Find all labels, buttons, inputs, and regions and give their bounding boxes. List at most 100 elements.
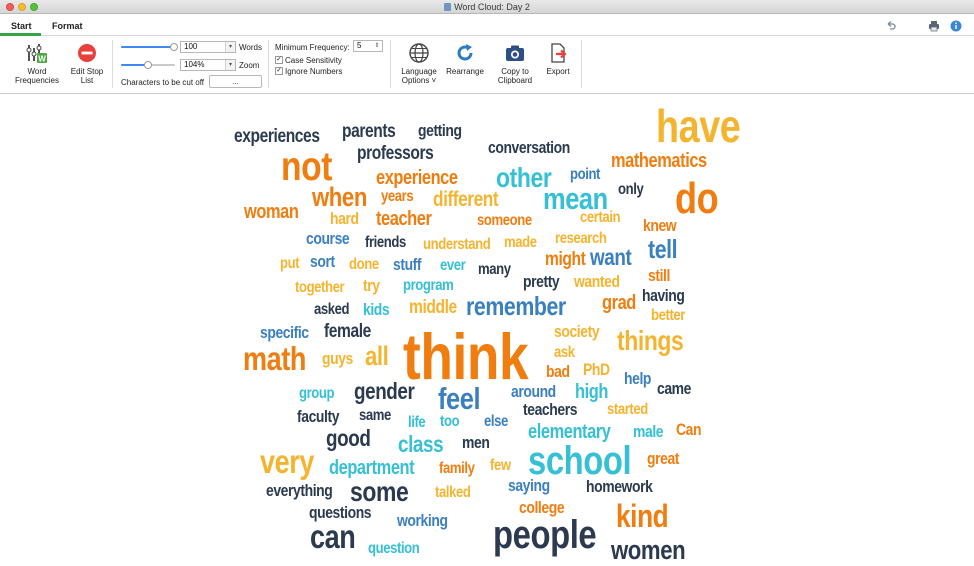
cloud-word-specific[interactable]: specific xyxy=(260,324,309,341)
cloud-word-sort[interactable]: sort xyxy=(310,253,335,270)
cloud-word-female[interactable]: female xyxy=(324,322,371,341)
cloud-word-put[interactable]: put xyxy=(280,256,300,272)
cloud-word-bad[interactable]: bad xyxy=(546,363,570,380)
cloud-word-very[interactable]: very xyxy=(260,445,314,478)
edit-stop-list-button[interactable]: Edit Stop List xyxy=(66,42,108,85)
cloud-word-parents[interactable]: parents xyxy=(342,122,396,141)
cloud-word-asked[interactable]: asked xyxy=(314,302,350,318)
cloud-word-question[interactable]: question xyxy=(368,541,420,557)
cloud-word-family[interactable]: family xyxy=(439,461,475,477)
cloud-word-ever[interactable]: ever xyxy=(440,258,466,274)
cloud-word-can[interactable]: can xyxy=(310,520,356,553)
copy-to-clipboard-button[interactable]: Copy to Clipboard xyxy=(493,42,537,85)
case-sensitivity-checkbox[interactable]: ✓ xyxy=(275,56,283,64)
cloud-word-remember[interactable]: remember xyxy=(466,293,566,319)
cloud-word-guys[interactable]: guys xyxy=(322,350,353,367)
cloud-word-talked[interactable]: talked xyxy=(435,485,471,501)
tab-format[interactable]: Format xyxy=(52,21,83,31)
cutoff-button[interactable]: ... xyxy=(209,75,262,88)
cloud-word-class[interactable]: class xyxy=(398,433,444,456)
print-icon[interactable] xyxy=(928,20,940,32)
cloud-word-math[interactable]: math xyxy=(243,342,306,375)
cloud-word-someone[interactable]: someone xyxy=(477,213,532,229)
cloud-word-can[interactable]: Can xyxy=(676,421,702,438)
cloud-word-help[interactable]: help xyxy=(624,370,651,387)
ignore-numbers-checkbox[interactable]: ✓ xyxy=(275,67,283,75)
undo-icon[interactable] xyxy=(885,20,897,32)
cloud-word-came[interactable]: came xyxy=(657,380,691,397)
cloud-word-understand[interactable]: understand xyxy=(423,237,491,253)
cloud-word-homework[interactable]: homework xyxy=(586,478,653,495)
words-count-field[interactable]: 100 ▾ xyxy=(180,41,236,53)
cloud-word-else[interactable]: else xyxy=(484,414,508,430)
zoom-slider-handle[interactable] xyxy=(144,61,152,69)
info-icon[interactable] xyxy=(950,20,962,32)
cloud-word-too[interactable]: too xyxy=(440,414,460,430)
cloud-word-better[interactable]: better xyxy=(651,308,685,324)
cloud-word-not[interactable]: not xyxy=(281,146,332,187)
cloud-word-stuff[interactable]: stuff xyxy=(393,256,422,273)
cloud-word-teachers[interactable]: teachers xyxy=(523,401,577,418)
cloud-word-think[interactable]: think xyxy=(403,324,529,389)
cloud-word-still[interactable]: still xyxy=(648,267,670,284)
cloud-word-kind[interactable]: kind xyxy=(616,500,669,532)
cloud-word-certain[interactable]: certain xyxy=(580,210,621,226)
cloud-word-hard[interactable]: hard xyxy=(330,210,359,227)
export-button[interactable]: Export xyxy=(538,42,578,76)
cloud-word-all[interactable]: all xyxy=(365,343,389,370)
cloud-word-made[interactable]: made xyxy=(504,235,537,251)
cloud-word-ask[interactable]: ask xyxy=(554,345,575,361)
cloud-word-working[interactable]: working xyxy=(397,512,448,529)
cloud-word-getting[interactable]: getting xyxy=(418,122,462,139)
cloud-word-feel[interactable]: feel xyxy=(438,383,481,414)
cloud-word-phd[interactable]: PhD xyxy=(583,361,610,378)
cloud-word-experience[interactable]: experience xyxy=(376,168,458,188)
cloud-word-society[interactable]: society xyxy=(554,323,600,340)
cloud-word-gender[interactable]: gender xyxy=(354,380,415,403)
cloud-word-teacher[interactable]: teacher xyxy=(376,209,432,229)
cloud-word-saying[interactable]: saying xyxy=(508,477,550,494)
cloud-word-many[interactable]: many xyxy=(478,262,511,278)
cloud-word-when[interactable]: when xyxy=(312,184,367,211)
cloud-word-great[interactable]: great xyxy=(647,450,679,467)
words-slider-handle[interactable] xyxy=(170,43,178,51)
cloud-word-done[interactable]: done xyxy=(349,257,379,273)
cloud-word-around[interactable]: around xyxy=(511,383,556,400)
cloud-word-years[interactable]: years xyxy=(381,189,414,205)
cloud-word-life[interactable]: life xyxy=(408,415,426,431)
words-dropdown-icon[interactable]: ▾ xyxy=(225,42,235,52)
tab-start[interactable]: Start xyxy=(11,21,32,31)
cloud-word-same[interactable]: same xyxy=(359,408,391,424)
zoom-field[interactable]: 104% ▾ xyxy=(180,59,236,71)
cloud-word-male[interactable]: male xyxy=(633,423,664,440)
cloud-word-conversation[interactable]: conversation xyxy=(488,139,570,156)
cloud-word-department[interactable]: department xyxy=(329,458,415,478)
cloud-word-middle[interactable]: middle xyxy=(409,298,457,317)
cloud-word-good[interactable]: good xyxy=(326,427,371,450)
cloud-word-some[interactable]: some xyxy=(350,478,409,506)
cloud-word-course[interactable]: course xyxy=(306,230,350,247)
cloud-word-few[interactable]: few xyxy=(490,458,511,474)
cloud-word-people[interactable]: people xyxy=(493,515,597,555)
cloud-word-mathematics[interactable]: mathematics xyxy=(611,151,707,171)
stepper-arrows-icon[interactable]: ⇕ xyxy=(372,41,382,51)
cloud-word-together[interactable]: together xyxy=(295,280,345,296)
cloud-word-program[interactable]: program xyxy=(403,278,454,294)
cloud-word-started[interactable]: started xyxy=(607,402,648,418)
cloud-word-women[interactable]: women xyxy=(611,537,686,564)
cloud-word-school[interactable]: school xyxy=(528,441,632,481)
cloud-word-want[interactable]: want xyxy=(590,246,632,269)
cloud-word-high[interactable]: high xyxy=(575,382,608,402)
cloud-word-pretty[interactable]: pretty xyxy=(523,273,560,290)
cloud-word-professors[interactable]: professors xyxy=(357,144,434,163)
cloud-word-having[interactable]: having xyxy=(642,287,685,304)
language-options-button[interactable]: Language Options ˅ xyxy=(397,42,441,85)
cloud-word-everything[interactable]: everything xyxy=(266,482,333,499)
cloud-word-grad[interactable]: grad xyxy=(602,293,636,313)
min-frequency-stepper[interactable]: 5 ⇕ xyxy=(353,40,383,52)
cloud-word-knew[interactable]: knew xyxy=(643,217,677,234)
zoom-dropdown-icon[interactable]: ▾ xyxy=(225,60,235,70)
cloud-word-kids[interactable]: kids xyxy=(363,301,390,318)
cloud-word-things[interactable]: things xyxy=(617,327,684,355)
cloud-word-group[interactable]: group xyxy=(299,386,335,402)
